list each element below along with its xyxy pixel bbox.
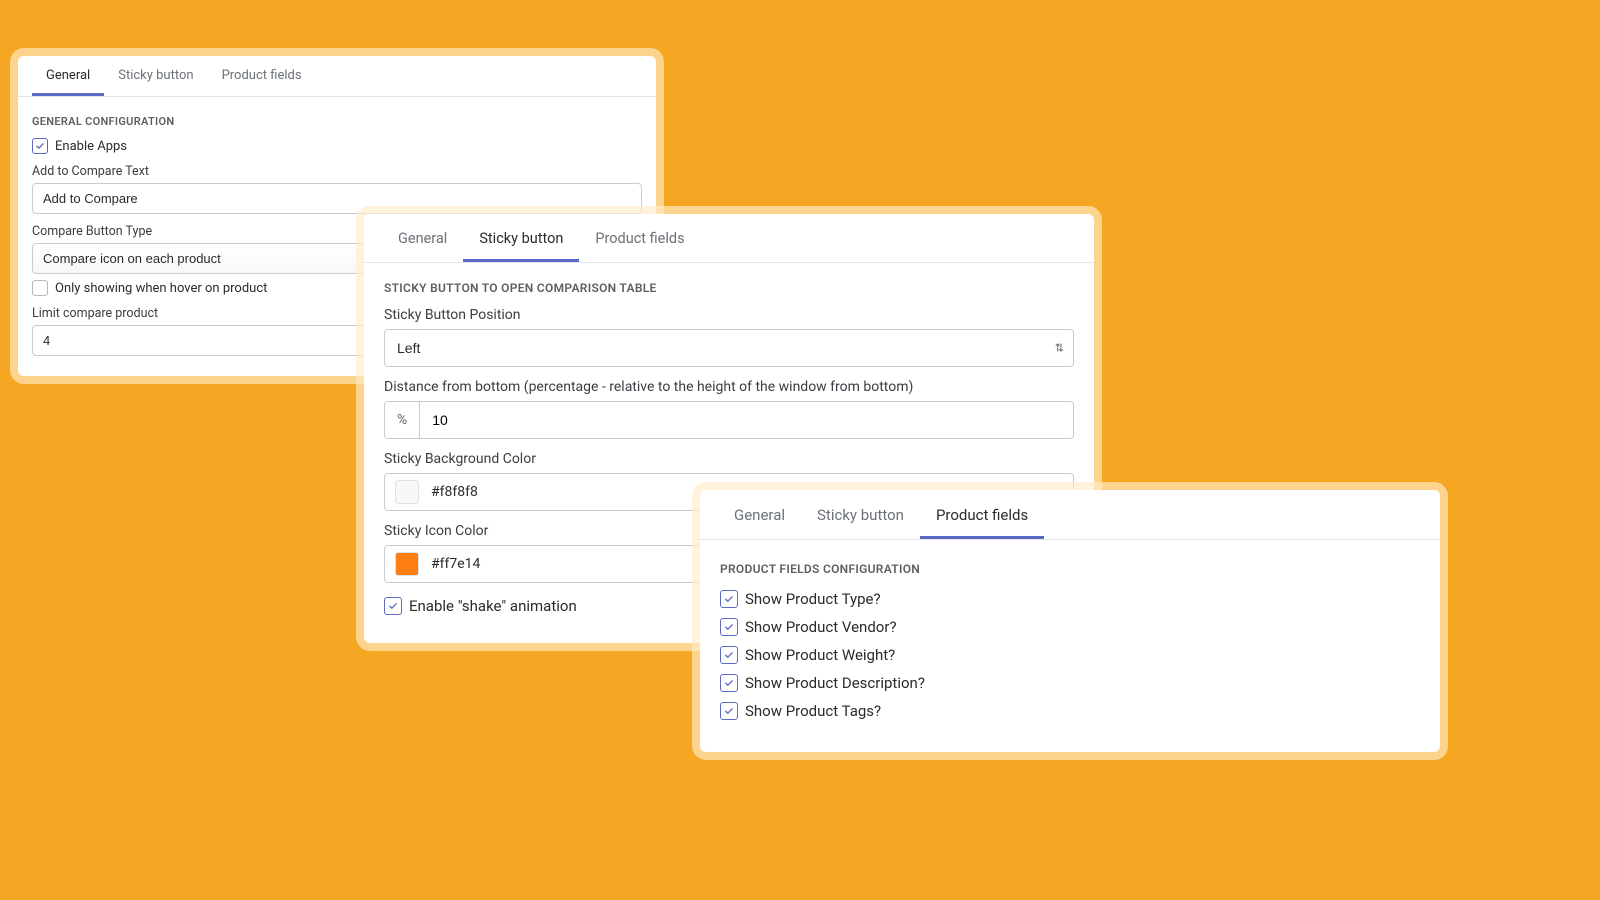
tabs: General Sticky button Product fields bbox=[18, 56, 656, 97]
distance-input[interactable] bbox=[420, 402, 1073, 438]
tab-sticky[interactable]: Sticky button bbox=[801, 490, 920, 539]
enable-apps-checkbox[interactable] bbox=[32, 138, 48, 154]
tab-general[interactable]: General bbox=[32, 56, 104, 96]
bg-color-swatch bbox=[395, 480, 419, 504]
distance-input-group: % bbox=[384, 401, 1074, 439]
tab-fields[interactable]: Product fields bbox=[208, 56, 316, 96]
hover-only-checkbox[interactable] bbox=[32, 280, 48, 296]
section-title: PRODUCT FIELDS CONFIGURATION bbox=[720, 562, 1420, 576]
bg-color-value: #f8f8f8 bbox=[431, 484, 478, 500]
icon-color-swatch bbox=[395, 552, 419, 576]
shake-checkbox[interactable] bbox=[384, 597, 402, 615]
icon-color-value: #ff7e14 bbox=[431, 556, 480, 572]
tabs: General Sticky button Product fields bbox=[364, 214, 1094, 263]
show-vendor-label: Show Product Vendor? bbox=[745, 618, 897, 636]
percent-prefix: % bbox=[385, 402, 420, 438]
tab-fields[interactable]: Product fields bbox=[920, 490, 1044, 539]
section-title: STICKY BUTTON TO OPEN COMPARISON TABLE bbox=[384, 281, 1074, 295]
distance-label: Distance from bottom (percentage - relat… bbox=[384, 379, 1074, 395]
tab-sticky[interactable]: Sticky button bbox=[104, 56, 207, 96]
tabs: General Sticky button Product fields bbox=[700, 490, 1440, 540]
show-weight-checkbox[interactable] bbox=[720, 646, 738, 664]
enable-apps-label: Enable Apps bbox=[55, 139, 127, 154]
tab-general[interactable]: General bbox=[382, 214, 463, 262]
show-desc-checkbox[interactable] bbox=[720, 674, 738, 692]
section-title: GENERAL CONFIGURATION bbox=[32, 115, 642, 128]
add-compare-text-input[interactable] bbox=[32, 183, 642, 214]
chevron-updown-icon: ⇅ bbox=[1055, 342, 1064, 355]
show-weight-label: Show Product Weight? bbox=[745, 646, 895, 664]
position-select[interactable] bbox=[384, 329, 1074, 367]
tab-sticky[interactable]: Sticky button bbox=[463, 214, 579, 262]
show-type-checkbox[interactable] bbox=[720, 590, 738, 608]
hover-only-label: Only showing when hover on product bbox=[55, 281, 267, 296]
add-compare-text-label: Add to Compare Text bbox=[32, 164, 642, 179]
position-label: Sticky Button Position bbox=[384, 307, 1074, 323]
product-fields-panel: General Sticky button Product fields PRO… bbox=[700, 490, 1440, 752]
tab-general[interactable]: General bbox=[718, 490, 801, 539]
show-tags-checkbox[interactable] bbox=[720, 702, 738, 720]
show-tags-label: Show Product Tags? bbox=[745, 702, 881, 720]
show-vendor-checkbox[interactable] bbox=[720, 618, 738, 636]
show-type-label: Show Product Type? bbox=[745, 590, 881, 608]
show-desc-label: Show Product Description? bbox=[745, 674, 925, 692]
bg-color-label: Sticky Background Color bbox=[384, 451, 1074, 467]
tab-fields[interactable]: Product fields bbox=[579, 214, 700, 262]
shake-label: Enable "shake" animation bbox=[409, 597, 577, 615]
